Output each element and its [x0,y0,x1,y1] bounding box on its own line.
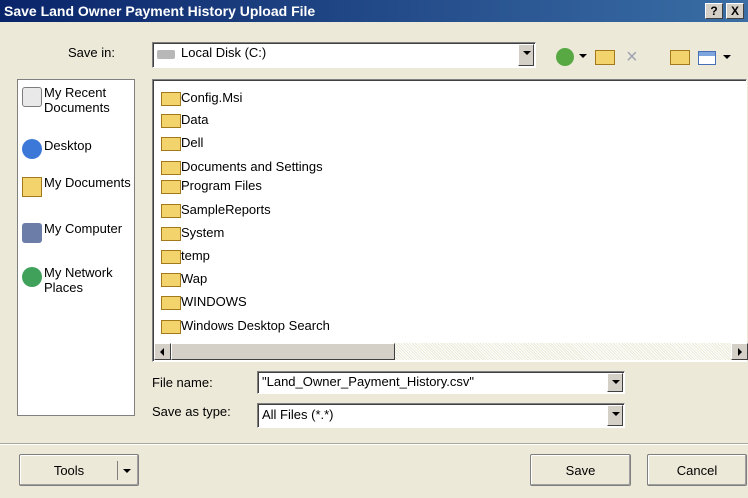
back-icon[interactable] [556,48,574,66]
places-item-label: My Network Places [44,265,113,295]
back-history-arrow-icon[interactable] [579,54,587,58]
folder-icon [161,296,181,310]
save-in-dropdown-arrow-icon[interactable] [518,44,534,66]
navigation-toolbar: × [556,44,748,68]
right-arrow-icon [738,348,742,356]
cancel-button-label: Cancel [676,463,718,478]
title-bar[interactable]: Save Land Owner Payment History Upload F… [0,0,748,22]
tools-button-divider [117,461,118,480]
network-places-icon [22,267,42,287]
up-folder-icon[interactable] [595,50,615,65]
help-button[interactable]: ? [705,3,723,19]
save-as-type-dropdown[interactable]: All Files (*.*) [257,403,625,428]
folder-icon [161,320,181,334]
places-item-label: My Computer [44,221,123,236]
cancel-button[interactable]: Cancel [647,454,747,486]
save-as-type-dropdown-arrow-icon[interactable] [607,405,623,426]
file-list[interactable]: Config.Msi Data Dell Documents and Setti… [152,79,747,362]
folder-icon [161,114,181,128]
left-arrow-icon [160,348,164,356]
my-documents-icon [22,177,42,197]
scroll-left-button[interactable] [154,343,171,360]
file-name-label: File name: [152,375,213,390]
dialog-title: Save Land Owner Payment History Upload F… [4,3,316,19]
save-button[interactable]: Save [530,454,631,486]
save-in-dropdown[interactable]: Local Disk (C:) [152,42,536,68]
folder-icon [161,137,181,151]
save-as-type-label: Save as type: [152,404,231,419]
scroll-thumb[interactable] [171,343,395,360]
button-separator [0,443,748,445]
recent-documents-icon [22,87,42,107]
folder-icon [161,161,181,175]
local-disk-icon [157,50,175,59]
tools-button-label: Tools [53,463,85,478]
places-item-my-computer[interactable]: My Computer [22,219,134,265]
desktop-icon [22,139,42,159]
file-name-value: "Land_Owner_Payment_History.csv" [262,374,475,389]
folder-icon [161,273,181,287]
save-as-type-value: All Files (*.*) [262,407,334,422]
save-button-label: Save [565,463,596,478]
places-item-my-documents[interactable]: My Documents [22,173,134,219]
folder-icon [161,227,181,241]
horizontal-scrollbar[interactable] [154,343,748,360]
close-button[interactable]: X [726,3,744,19]
new-folder-icon[interactable] [670,50,690,65]
computer-icon [22,223,42,243]
views-menu-icon[interactable] [698,51,716,65]
places-item-label: My Recent Documents [44,85,110,115]
places-item-label: Desktop [44,138,92,153]
places-item-recent-documents[interactable]: My Recent Documents [22,83,134,129]
file-name-input[interactable]: "Land_Owner_Payment_History.csv" [257,371,625,394]
folder-icon [161,250,181,264]
places-item-label: My Documents [44,175,131,190]
scroll-right-button[interactable] [731,343,748,360]
file-name-dropdown-arrow-icon[interactable] [607,373,623,392]
save-file-dialog: Save Land Owner Payment History Upload F… [0,0,748,498]
views-dropdown-arrow-icon[interactable] [723,55,731,59]
save-in-label: Save in: [68,45,115,60]
save-in-value: Local Disk (C:) [181,45,267,60]
tools-menu-arrow-icon[interactable] [123,469,131,473]
tools-button[interactable]: Tools [19,454,139,486]
places-item-network-places[interactable]: My Network Places [22,263,134,309]
folder-icon [161,204,181,218]
folder-icon [161,180,181,194]
places-bar: My Recent Documents Desktop My Documents… [17,79,135,416]
folder-icon [161,92,181,106]
delete-icon[interactable]: × [626,47,638,67]
